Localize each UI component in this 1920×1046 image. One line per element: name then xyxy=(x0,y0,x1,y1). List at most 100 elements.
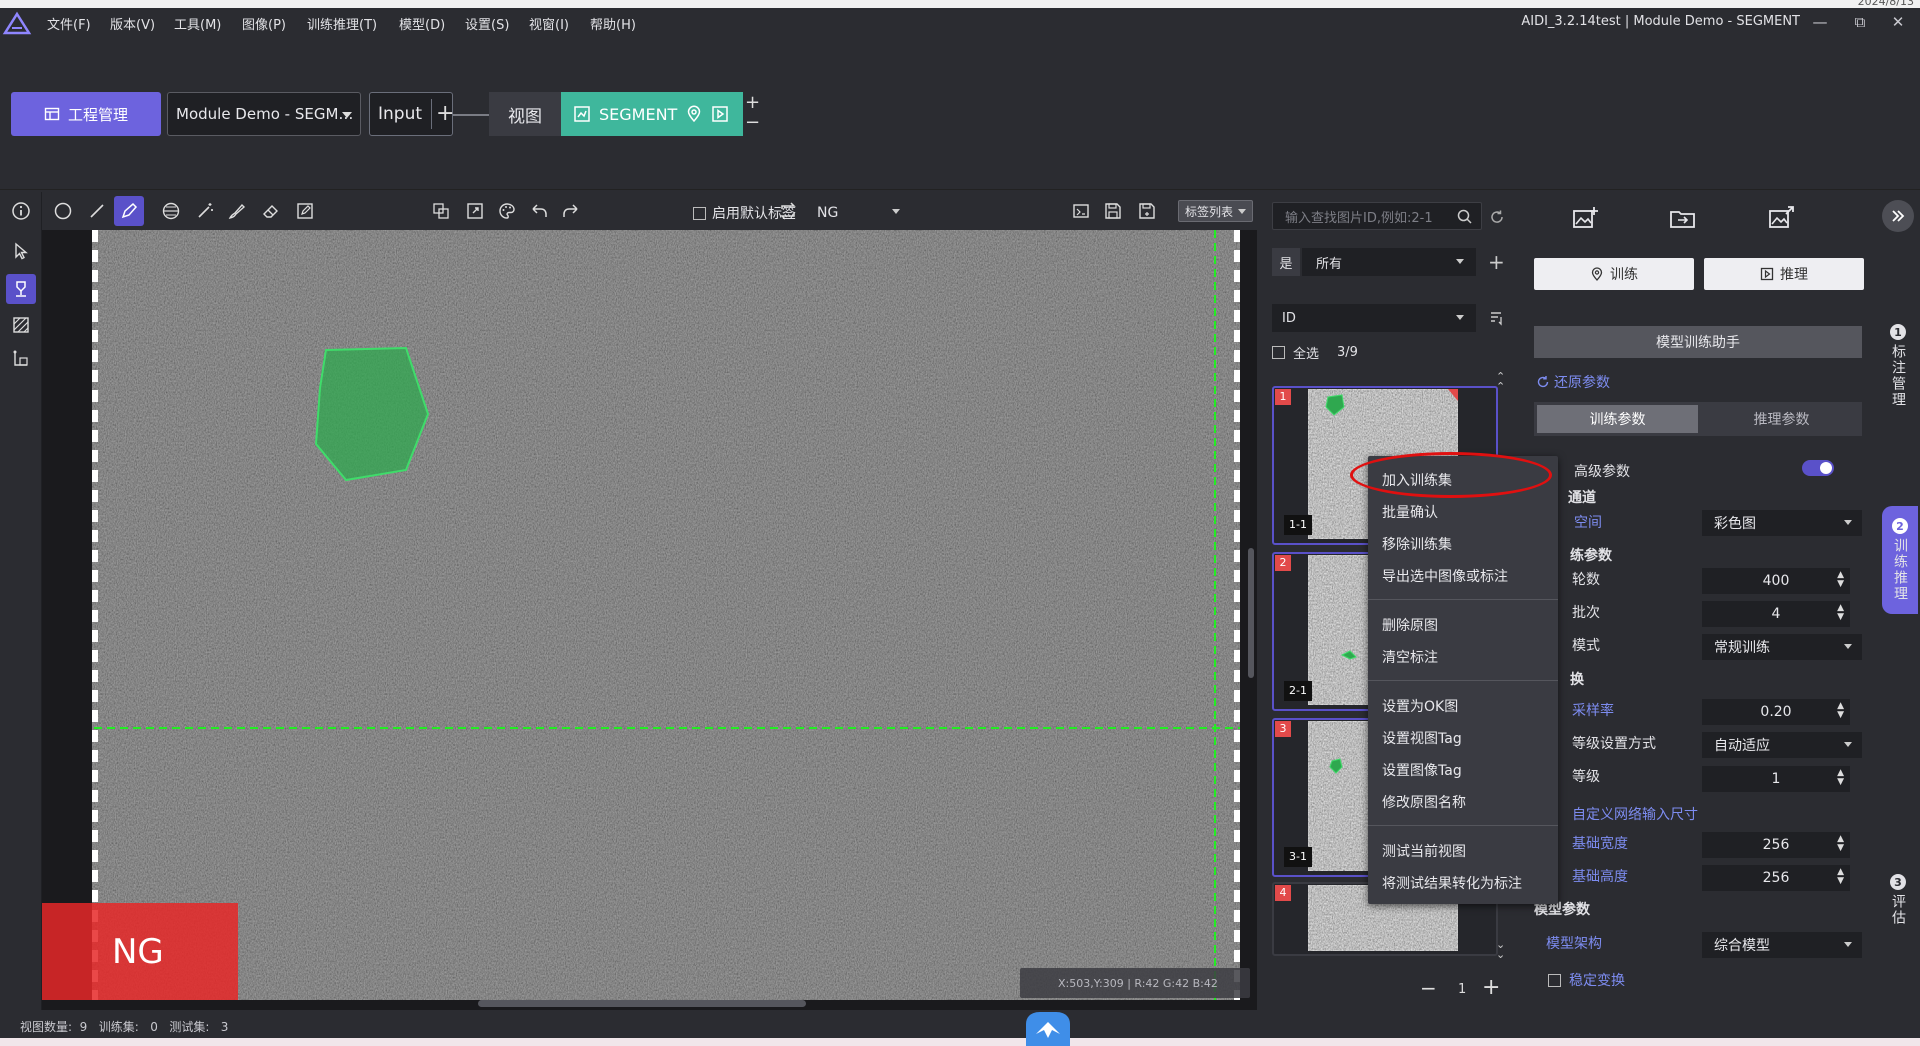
image-canvas[interactable] xyxy=(42,230,1257,1010)
line-tool-icon[interactable] xyxy=(82,196,112,226)
location-pin-icon[interactable] xyxy=(685,105,703,123)
spin-arrows-icon[interactable]: ▲ ▼ xyxy=(1837,835,1844,853)
fit-image-icon[interactable] xyxy=(426,196,456,226)
brush-tool-icon[interactable] xyxy=(156,196,186,226)
add-node-icon[interactable]: + xyxy=(436,101,454,126)
mode-select[interactable]: 常规训练 xyxy=(1702,634,1862,660)
edit-icon[interactable] xyxy=(290,196,320,226)
level-mode-select[interactable]: 自动适应 xyxy=(1702,732,1862,758)
add-image-icon[interactable] xyxy=(1570,204,1600,234)
menu-clear-labels[interactable]: 清空标注 xyxy=(1382,647,1438,667)
project-manage-button[interactable]: 工程管理 xyxy=(11,92,161,136)
menu-delete-original[interactable]: 删除原图 xyxy=(1382,615,1438,635)
menu-tools[interactable]: 工具(M) xyxy=(174,14,221,33)
default-label-toggle[interactable]: 启用默认标签 xyxy=(693,203,796,223)
spin-arrows-icon[interactable]: ▲ ▼ xyxy=(1837,604,1844,622)
menu-batch-confirm[interactable]: 批量确认 xyxy=(1382,502,1438,522)
menu-train-infer[interactable]: 训练推理(T) xyxy=(307,14,377,33)
filter-select[interactable]: 所有 xyxy=(1302,248,1476,276)
select-all-checkbox[interactable] xyxy=(1272,346,1285,359)
menu-set-view-tag[interactable]: 设置视图Tag xyxy=(1382,728,1462,748)
menu-test-current-view[interactable]: 测试当前视图 xyxy=(1382,841,1466,861)
project-select[interactable]: Module Demo - SEGM… xyxy=(167,92,361,136)
sort-select[interactable]: ID xyxy=(1272,304,1476,332)
label-tool-icon[interactable] xyxy=(6,274,36,304)
magic-wand-icon[interactable] xyxy=(190,196,220,226)
page-prev-icon[interactable]: − xyxy=(1420,978,1437,998)
smart-brush-icon[interactable] xyxy=(222,196,252,226)
menu-set-image-tag[interactable]: 设置图像Tag xyxy=(1382,760,1462,780)
menu-convert-test-to-label[interactable]: 将测试结果转化为标注 xyxy=(1382,873,1522,893)
menu-window[interactable]: 视窗(I) xyxy=(529,14,569,33)
search-icon[interactable] xyxy=(1456,208,1474,226)
batch-spinbox[interactable]: 4 ▲ ▼ xyxy=(1702,601,1850,627)
info-icon[interactable] xyxy=(6,196,36,226)
menu-image[interactable]: 图像(P) xyxy=(242,14,286,33)
menu-file[interactable]: 文件(F) xyxy=(47,14,91,33)
tab-train-params[interactable]: 训练参数 xyxy=(1537,405,1698,433)
horizontal-scrollbar[interactable] xyxy=(478,1000,806,1007)
menu-model[interactable]: 模型(D) xyxy=(399,14,445,33)
ok-ng-icon[interactable] xyxy=(1066,196,1096,226)
spin-arrows-icon[interactable]: ▲ ▼ xyxy=(1837,868,1844,886)
save-as-icon[interactable] xyxy=(1132,196,1162,226)
refresh-icon[interactable] xyxy=(1488,208,1506,226)
base-width-spinbox[interactable]: 256 ▲ ▼ xyxy=(1702,832,1850,858)
menu-remove-from-train[interactable]: 移除训练集 xyxy=(1382,534,1452,554)
infer-button[interactable]: 推理 xyxy=(1704,258,1864,290)
expand-plus-icon[interactable]: + xyxy=(745,94,760,112)
tab-label-management[interactable]: 1 标注管理 xyxy=(1884,324,1912,408)
menu-settings[interactable]: 设置(S) xyxy=(465,14,509,33)
spin-arrows-icon[interactable]: ▲ ▼ xyxy=(1837,571,1844,589)
tab-evaluate[interactable]: 3 评估 xyxy=(1884,874,1912,926)
epochs-spinbox[interactable]: 400 ▲ ▼ xyxy=(1702,568,1850,594)
menu-export-selected[interactable]: 导出选中图像或标注 xyxy=(1382,566,1508,586)
page-next-icon[interactable]: + xyxy=(1482,977,1500,999)
menu-set-ok[interactable]: 设置为OK图 xyxy=(1382,696,1458,716)
expand-icon[interactable] xyxy=(460,196,490,226)
segment-node[interactable]: SEGMENT + − xyxy=(561,92,760,136)
collapse-minus-icon[interactable]: − xyxy=(745,114,760,132)
menu-help[interactable]: 帮助(H) xyxy=(590,14,636,33)
filter-condition[interactable]: 是 xyxy=(1272,248,1300,276)
menu-version[interactable]: 版本(V) xyxy=(110,14,155,33)
base-height-spinbox[interactable]: 256 ▲ ▼ xyxy=(1702,865,1850,891)
restore-params-link[interactable]: 还原参数 xyxy=(1536,372,1610,392)
palette-icon[interactable] xyxy=(492,196,522,226)
page-number[interactable]: 1 xyxy=(1458,982,1466,997)
tab-train-infer[interactable]: 2 训练推理 xyxy=(1882,506,1918,614)
eraser-icon[interactable] xyxy=(256,196,286,226)
circle-tool-icon[interactable] xyxy=(48,196,78,226)
export-image-icon[interactable] xyxy=(1766,204,1796,234)
spin-arrows-icon[interactable]: ▲ ▼ xyxy=(1837,702,1844,720)
input-node[interactable]: Input + xyxy=(369,92,454,136)
polygon-pen-icon[interactable] xyxy=(114,196,144,226)
training-assistant-button[interactable]: 模型训练助手 xyxy=(1534,326,1862,358)
advanced-params-toggle[interactable] xyxy=(1802,460,1834,476)
scroll-down-icon[interactable]: ⌄ ⌄ xyxy=(1496,939,1505,960)
train-button[interactable]: 训练 xyxy=(1534,258,1694,290)
cursor-icon[interactable] xyxy=(6,236,36,266)
inspection-image[interactable] xyxy=(92,230,1240,1000)
close-button[interactable]: ✕ xyxy=(1884,11,1912,33)
sample-rate-spinbox[interactable]: 0.20 ▲ ▼ xyxy=(1702,699,1850,725)
select-all-toggle[interactable]: 全选 3/9 xyxy=(1272,343,1358,362)
level-spinbox[interactable]: 1 ▲ ▼ xyxy=(1702,766,1850,792)
collapse-panel-button[interactable] xyxy=(1882,200,1914,232)
label-class-select[interactable]: NG xyxy=(811,201,906,225)
import-folder-icon[interactable] xyxy=(1668,204,1698,234)
add-filter-icon[interactable]: + xyxy=(1488,252,1505,272)
sort-order-icon[interactable] xyxy=(1488,310,1504,326)
label-list-button[interactable]: 标签列表 xyxy=(1178,200,1253,222)
image-search-input[interactable]: 输入查找图片ID,例如:2-1 xyxy=(1272,202,1482,230)
undo-icon[interactable] xyxy=(524,196,554,226)
view-node[interactable]: 视图 xyxy=(489,92,561,136)
save-icon[interactable] xyxy=(1098,196,1128,226)
hatch-icon[interactable] xyxy=(6,310,36,340)
redo-icon[interactable] xyxy=(556,196,586,226)
stable-transform-toggle[interactable]: 稳定变换 xyxy=(1548,970,1625,990)
assistant-bird-icon[interactable] xyxy=(1018,1010,1078,1046)
vertical-scrollbar[interactable] xyxy=(1248,548,1254,678)
play-icon[interactable] xyxy=(711,105,729,123)
minimize-button[interactable]: — xyxy=(1806,11,1834,33)
